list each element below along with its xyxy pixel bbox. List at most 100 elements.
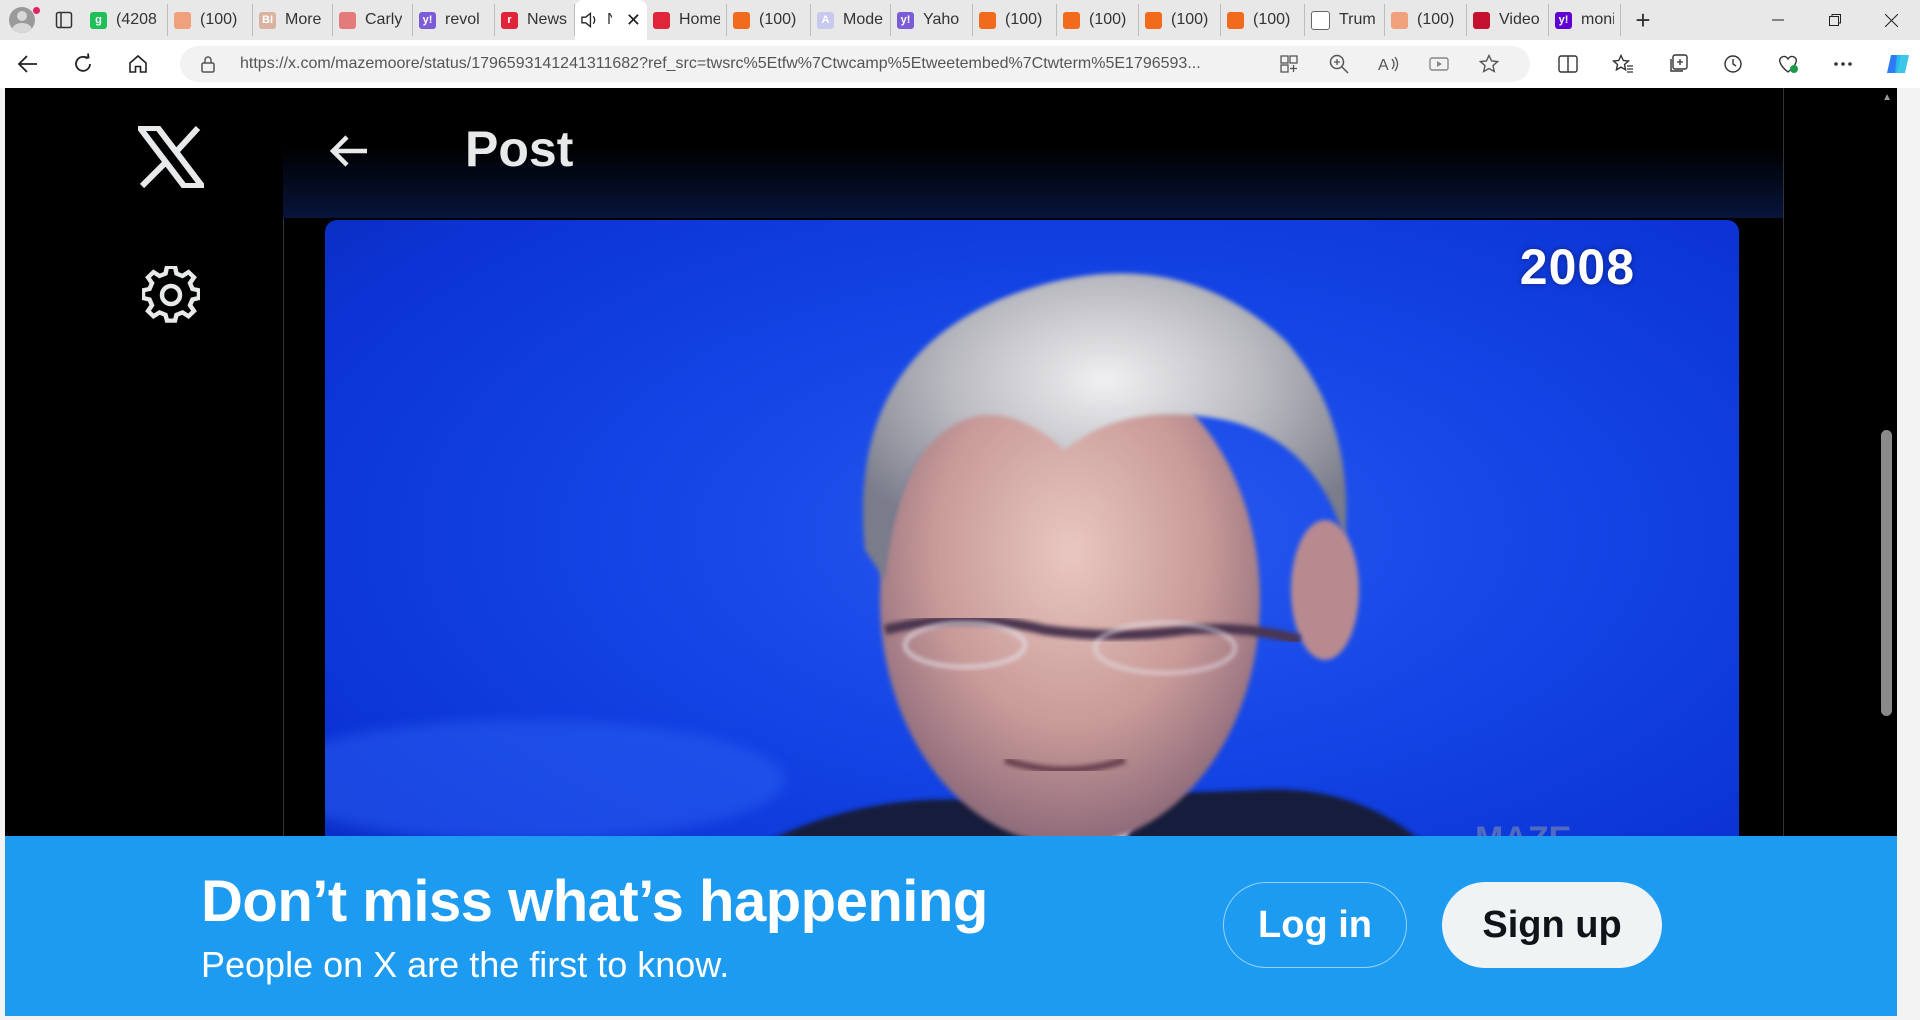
tab-title: Home bbox=[679, 11, 720, 28]
tab-actions-icon bbox=[55, 11, 73, 29]
browser-tab[interactable]: g (4208 bbox=[84, 4, 168, 36]
browser-tab[interactable]: y! moni bbox=[1549, 4, 1621, 36]
lock-icon[interactable] bbox=[200, 55, 230, 73]
browser-tab[interactable]: (100) bbox=[168, 4, 253, 36]
tab-favicon-icon bbox=[733, 11, 750, 29]
minimize-icon bbox=[1771, 19, 1784, 21]
tab-favicon-icon bbox=[174, 11, 191, 29]
close-window-button[interactable] bbox=[1863, 0, 1920, 40]
svg-text:A: A bbox=[1378, 57, 1389, 73]
performance-icon[interactable] bbox=[1760, 54, 1815, 74]
zoom-icon[interactable] bbox=[1314, 54, 1364, 74]
back-button[interactable] bbox=[0, 40, 55, 88]
favorites-icon[interactable] bbox=[1595, 54, 1650, 74]
browser-tab[interactable]: N✕ bbox=[575, 0, 647, 40]
browser-tab[interactable]: r News bbox=[495, 4, 575, 36]
refresh-button[interactable] bbox=[55, 40, 110, 88]
close-tab-icon[interactable]: ✕ bbox=[626, 10, 641, 31]
video-player[interactable]: MAZE 2008 bbox=[325, 220, 1739, 920]
tab-favicon-icon bbox=[1473, 11, 1490, 29]
browser-tab[interactable]: y! revol bbox=[413, 4, 495, 36]
gear-icon bbox=[140, 264, 202, 323]
tab-title: (100) bbox=[759, 11, 797, 28]
tab-favicon-icon: y! bbox=[897, 11, 914, 29]
tab-favicon-icon: g bbox=[90, 11, 107, 29]
notification-dot bbox=[33, 7, 40, 14]
signup-banner: Don’t miss what’s happening People on X … bbox=[5, 836, 1897, 1016]
browser-tab[interactable]: (100) bbox=[1139, 4, 1221, 36]
profile-button[interactable] bbox=[0, 0, 44, 40]
tab-title: Video bbox=[1499, 11, 1540, 28]
settings-button[interactable] bbox=[140, 264, 202, 329]
tab-title: (100) bbox=[1417, 11, 1455, 28]
minimize-button[interactable] bbox=[1749, 0, 1806, 40]
tab-title: Trum bbox=[1339, 11, 1376, 28]
tab-favicon-icon bbox=[1391, 11, 1408, 29]
more-options-icon[interactable] bbox=[1815, 61, 1870, 67]
home-icon bbox=[128, 54, 147, 73]
browser-tab[interactable]: Carly bbox=[333, 4, 413, 36]
history-icon[interactable] bbox=[1705, 53, 1760, 75]
browser-tab[interactable]: BI More bbox=[253, 4, 333, 36]
tab-favicon-icon bbox=[1063, 11, 1080, 29]
restore-icon bbox=[1828, 14, 1841, 26]
scroll-up-arrow[interactable]: ▲ bbox=[1882, 92, 1892, 103]
tab-favicon-icon: BI bbox=[259, 11, 276, 29]
browser-tab[interactable]: y! Yaho bbox=[891, 4, 973, 36]
browser-tab[interactable]: Video bbox=[1467, 4, 1549, 36]
video-icon[interactable] bbox=[1414, 55, 1464, 73]
app-available-icon[interactable] bbox=[1264, 55, 1314, 73]
new-tab-button[interactable]: + bbox=[1621, 5, 1665, 36]
home-button[interactable] bbox=[110, 40, 165, 88]
tab-title: Yaho bbox=[923, 11, 960, 28]
avatar bbox=[9, 7, 35, 33]
collections-icon[interactable] bbox=[1650, 54, 1705, 74]
tab-favicon-icon bbox=[1145, 11, 1162, 29]
tab-title: More bbox=[285, 11, 322, 28]
video-frame: MAZE bbox=[325, 273, 1571, 920]
tab-favicon-icon: y! bbox=[419, 11, 436, 29]
browser-tab[interactable]: Trum bbox=[1305, 4, 1385, 36]
back-to-feed-button[interactable] bbox=[329, 134, 369, 173]
tab-favicon-icon bbox=[653, 11, 670, 29]
login-button[interactable]: Log in bbox=[1223, 882, 1407, 968]
browser-tab[interactable]: (100) bbox=[1385, 4, 1467, 36]
back-icon bbox=[17, 55, 37, 73]
tab-title: N bbox=[607, 11, 612, 29]
split-screen-icon[interactable] bbox=[1540, 55, 1595, 73]
favorite-star-icon[interactable] bbox=[1464, 54, 1514, 74]
banner-subheading: People on X are the first to know. bbox=[201, 944, 730, 985]
browser-tab[interactable]: (100) bbox=[727, 4, 811, 36]
tab-actions-button[interactable] bbox=[44, 0, 84, 40]
browser-tab[interactable]: (100) bbox=[1221, 4, 1305, 36]
video-year-overlay: 2008 bbox=[1519, 239, 1635, 295]
scrollbar-thumb[interactable] bbox=[1881, 430, 1892, 716]
tab-favicon-icon: A bbox=[817, 11, 834, 29]
browser-tab[interactable]: A Mode bbox=[811, 4, 891, 36]
read-aloud-icon[interactable]: A bbox=[1364, 55, 1414, 73]
url-text[interactable]: https://x.com/mazemoore/status/179659314… bbox=[240, 55, 1270, 73]
tab-list: g(4208(100)BIMoreCarlyy!revolrNewsN✕Home… bbox=[84, 0, 1621, 40]
browser-tab[interactable]: Home bbox=[647, 4, 727, 36]
address-bar[interactable]: https://x.com/mazemoore/status/179659314… bbox=[180, 46, 1530, 82]
copilot-icon[interactable] bbox=[1870, 51, 1920, 77]
tab-title: Mode bbox=[843, 11, 884, 28]
tab-title: (100) bbox=[1171, 11, 1209, 28]
restore-button[interactable] bbox=[1806, 0, 1863, 40]
tab-title: (100) bbox=[1005, 11, 1043, 28]
tab-title: (100) bbox=[200, 11, 238, 28]
tab-favicon-icon bbox=[979, 11, 996, 29]
banner-heading: Don’t miss what’s happening bbox=[201, 869, 988, 934]
x-post-page: Post 2008 ▲ Don’t miss what’s happening … bbox=[5, 88, 1897, 1016]
tab-favicon-icon bbox=[1227, 11, 1244, 29]
arrow-left-icon bbox=[329, 135, 367, 167]
tab-title: News bbox=[527, 11, 568, 28]
tab-favicon-icon bbox=[339, 11, 356, 29]
window-controls bbox=[1749, 0, 1920, 40]
signup-button[interactable]: Sign up bbox=[1442, 882, 1662, 968]
browser-tab[interactable]: (100) bbox=[1057, 4, 1139, 36]
tab-strip: g(4208(100)BIMoreCarlyy!revolrNewsN✕Home… bbox=[0, 0, 1920, 40]
browser-tab[interactable]: (100) bbox=[973, 4, 1057, 36]
x-logo-button[interactable] bbox=[133, 125, 209, 193]
tab-favicon-icon: y! bbox=[1555, 11, 1572, 29]
